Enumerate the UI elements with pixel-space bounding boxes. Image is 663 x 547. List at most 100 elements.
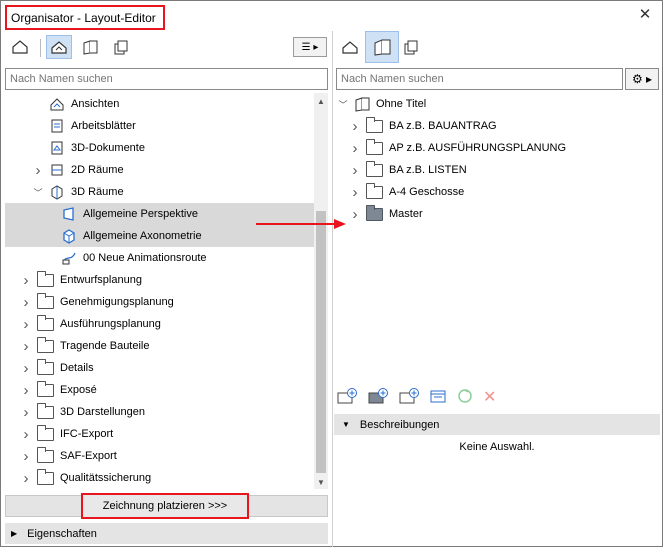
layout-book-tree-item-label: BA z.B. BAUANTRAG — [389, 120, 497, 132]
chevron-down-icon[interactable]: ﹀ — [338, 98, 348, 111]
right-publisher-tab[interactable] — [399, 35, 425, 59]
layout-book-tree-item-content: BA z.B. LISTEN — [366, 160, 467, 177]
folder-icon — [366, 182, 383, 199]
scroll-down-icon[interactable]: ▼ — [317, 478, 325, 487]
folder-icon — [37, 292, 54, 309]
layout-book-tree-item-content: Master — [366, 204, 423, 221]
view-map-tree-item[interactable]: Arbeitsblätter — [5, 115, 314, 137]
chevron-right-icon[interactable]: › — [350, 184, 360, 201]
chevron-right-icon[interactable]: › — [21, 404, 31, 421]
view-map-tree-item-label: 3D Darstellungen — [60, 406, 145, 418]
layout-book-icon — [374, 39, 391, 56]
chevron-right-icon[interactable]: › — [350, 206, 360, 223]
left-search-input[interactable] — [5, 68, 328, 90]
chevron-right-icon[interactable]: › — [350, 162, 360, 179]
view-map-tree-item-content: 00 Neue Animationsroute — [61, 250, 207, 266]
view-map-tree-item-label: IFC-Export — [60, 428, 114, 440]
scrollbar-thumb[interactable] — [316, 211, 326, 473]
new-layout-icon[interactable] — [398, 387, 420, 408]
chevron-right-icon[interactable]: › — [21, 426, 31, 443]
chevron-right-icon[interactable]: › — [33, 162, 43, 179]
chevron-right-icon[interactable]: › — [21, 338, 31, 355]
house-icon — [12, 40, 28, 54]
panel-menu-button[interactable]: ☰ ▸ — [293, 37, 327, 57]
folder-icon — [37, 380, 54, 397]
view-map-tree-item-content: 2D Räume — [49, 162, 124, 178]
layout-book-tree-item[interactable]: › BA z.B. LISTEN — [334, 159, 660, 181]
view-map-tree-item[interactable]: › Exposé — [5, 379, 314, 401]
pane-divider[interactable] — [332, 31, 333, 547]
project-map-tab[interactable] — [7, 35, 33, 59]
layout-book-tree-item-content: BA z.B. BAUANTRAG — [366, 116, 497, 133]
view-map-tab[interactable] — [46, 35, 72, 59]
menu-icon: ☰ ▸ — [301, 41, 319, 53]
2d-space-icon — [49, 162, 65, 178]
chevron-right-icon[interactable]: › — [21, 272, 31, 289]
view-map-tree-item[interactable]: › Entwurfsplanung — [5, 269, 314, 291]
new-subset-icon[interactable] — [336, 387, 358, 408]
place-drawing-button[interactable]: Zeichnung platzieren >>> — [81, 493, 249, 519]
view-map-tree-item-content: Allgemeine Perspektive — [61, 206, 198, 222]
chevron-right-icon[interactable]: › — [21, 448, 31, 465]
view-map-tree-item[interactable]: 3D-Dokumente — [5, 137, 314, 159]
view-map-tree-item[interactable]: › 2D Räume — [5, 159, 314, 181]
chevron-right-icon[interactable]: › — [21, 360, 31, 377]
view-map-tree-item-content: 3D Darstellungen — [37, 402, 145, 419]
layout-book-tree: ﹀ Ohne Titel › BA z.B. BAUANTRAG › AP z.B. AU… — [334, 93, 660, 373]
view-map-tree-item-label: SAF-Export — [60, 450, 117, 462]
chevron-right-icon[interactable]: › — [21, 316, 31, 333]
settings-button[interactable]: ⚙ ▸ — [625, 68, 659, 90]
new-master-folder-icon[interactable] — [367, 387, 389, 408]
right-view-map-tab[interactable] — [337, 35, 363, 59]
view-map-tree-item[interactable]: › Qualitätssicherung — [5, 467, 314, 489]
view-map-tree-item[interactable]: › 3D Darstellungen — [5, 401, 314, 423]
folder-icon — [37, 446, 54, 463]
view-map-tree-item[interactable]: › SAF-Export — [5, 445, 314, 467]
view-map-tree-item-label: 00 Neue Animationsroute — [83, 252, 207, 264]
view-map-tree-item[interactable]: Ansichten — [5, 93, 314, 115]
view-map-tree-item[interactable]: ﹀ 3D Räume — [5, 181, 314, 203]
view-map-tree-item-label: Ausführungsplanung — [60, 318, 161, 330]
chevron-down-icon[interactable]: ﹀ — [33, 186, 43, 199]
chevron-right-icon[interactable]: › — [21, 470, 31, 487]
view-map-tree-item-content: Ansichten — [49, 96, 119, 112]
chevron-right-icon[interactable]: › — [21, 294, 31, 311]
properties-header[interactable]: ▶ Eigenschaften — [5, 523, 328, 544]
view-map-tree-item[interactable]: › Ausführungsplanung — [5, 313, 314, 335]
publisher-icon — [404, 40, 418, 55]
view-map-tree-item-content: Ausführungsplanung — [37, 314, 161, 331]
scroll-up-icon[interactable]: ▲ — [317, 97, 325, 106]
view-map-tree-item[interactable]: › Tragende Bauteile — [5, 335, 314, 357]
chevron-right-icon[interactable]: › — [350, 118, 360, 135]
gear-icon: ⚙ ▸ — [631, 72, 653, 86]
refresh-icon[interactable] — [456, 387, 474, 408]
layout-book-tree-item[interactable]: › AP z.B. AUSFÜHRUNGSPLANUNG — [334, 137, 660, 159]
right-search-input[interactable] — [336, 68, 623, 90]
right-layout-book-tab[interactable] — [365, 31, 399, 63]
layout-book-tree-item[interactable]: ﹀ Ohne Titel — [334, 93, 660, 115]
view-map-tree-item[interactable]: 00 Neue Animationsroute — [5, 247, 314, 269]
layout-book-tree-item[interactable]: › A-4 Geschosse — [334, 181, 660, 203]
axonometry-icon — [61, 228, 77, 244]
view-map-tree-item[interactable]: › Details — [5, 357, 314, 379]
view-map-tree-item[interactable]: › IFC-Export — [5, 423, 314, 445]
3d-document-icon — [49, 140, 65, 156]
view-map-tree: Ansichten Arbeitsblätter 3D-Dokumente › 2D R… — [5, 93, 328, 489]
settings-card-icon[interactable] — [429, 387, 447, 408]
view-map-tree-item-label: Allgemeine Perspektive — [83, 208, 198, 220]
layout-book-tree-item[interactable]: › Master — [334, 203, 660, 225]
publisher-sets-tab[interactable] — [109, 35, 135, 59]
layout-book-tree-item[interactable]: › BA z.B. BAUANTRAG — [334, 115, 660, 137]
layout-book-tab[interactable] — [77, 35, 103, 59]
view-map-tree-item[interactable]: › Genehmigungsplanung — [5, 291, 314, 313]
view-map-tree-item-content: Genehmigungsplanung — [37, 292, 174, 309]
view-map-tree-item-content: Details — [37, 358, 94, 375]
worksheet-icon — [49, 118, 65, 134]
chevron-right-icon[interactable]: › — [21, 382, 31, 399]
chevron-right-icon[interactable]: › — [350, 140, 360, 157]
layout-book-icon — [354, 96, 370, 112]
descriptions-header[interactable]: ▼ Beschreibungen — [334, 414, 660, 435]
delete-icon[interactable]: ✕ — [483, 387, 496, 407]
folder-icon — [366, 138, 383, 155]
close-icon[interactable]: ✕ — [635, 6, 655, 24]
